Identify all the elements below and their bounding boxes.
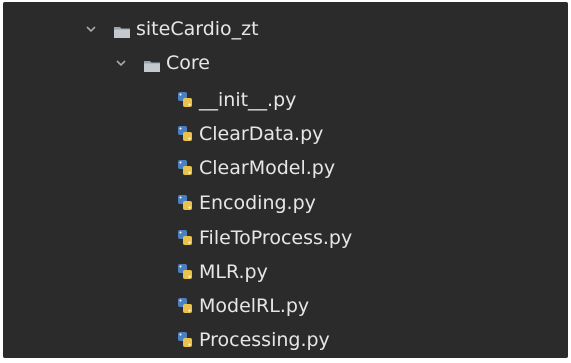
tree-item-file[interactable]: ModelRL.py	[3, 291, 568, 321]
tree-item-label: ClearData.py	[199, 123, 324, 145]
tree-item-label: __init__.py	[199, 89, 297, 111]
tree-item-label: ClearModel.py	[199, 157, 336, 179]
tree-item-label: siteCardio_zt	[136, 18, 259, 40]
tree-item-label: Processing.py	[199, 329, 330, 351]
screenshot-frame: siteCardio_zt Core __init__.py ClearData…	[0, 0, 571, 363]
tree-item-sitecardio-zt[interactable]: siteCardio_zt	[3, 14, 568, 44]
tree-item-label: MLR.py	[199, 261, 268, 283]
tree-item-label: ModelRL.py	[199, 295, 310, 317]
tree-item-file[interactable]: MLR.py	[3, 257, 568, 287]
folder-icon	[143, 56, 161, 72]
tree-item-core[interactable]: Core	[3, 48, 568, 78]
tree-item-file[interactable]: ClearModel.py	[3, 153, 568, 183]
tree-item-file[interactable]: Processing.py	[3, 325, 568, 355]
tree-item-file[interactable]: FileToProcess.py	[3, 223, 568, 253]
folder-icon	[113, 22, 131, 38]
tree-item-label: Core	[166, 52, 210, 74]
python-file-icon	[175, 90, 195, 110]
chevron-down-icon[interactable]	[113, 55, 129, 71]
tree-item-file[interactable]: __init__.py	[3, 85, 568, 115]
python-file-icon	[175, 262, 195, 282]
python-file-icon	[175, 330, 195, 350]
python-file-icon	[175, 193, 195, 213]
chevron-down-icon[interactable]	[83, 21, 99, 37]
python-file-icon	[175, 124, 195, 144]
python-file-icon	[175, 296, 195, 316]
python-file-icon	[175, 228, 195, 248]
tree-item-file[interactable]: Encoding.py	[3, 188, 568, 218]
tree-item-label: FileToProcess.py	[199, 227, 353, 249]
tree-item-file[interactable]: ClearData.py	[3, 119, 568, 149]
tree-item-label: Encoding.py	[199, 192, 316, 214]
project-tree-panel: siteCardio_zt Core __init__.py ClearData…	[3, 2, 568, 358]
python-file-icon	[175, 158, 195, 178]
